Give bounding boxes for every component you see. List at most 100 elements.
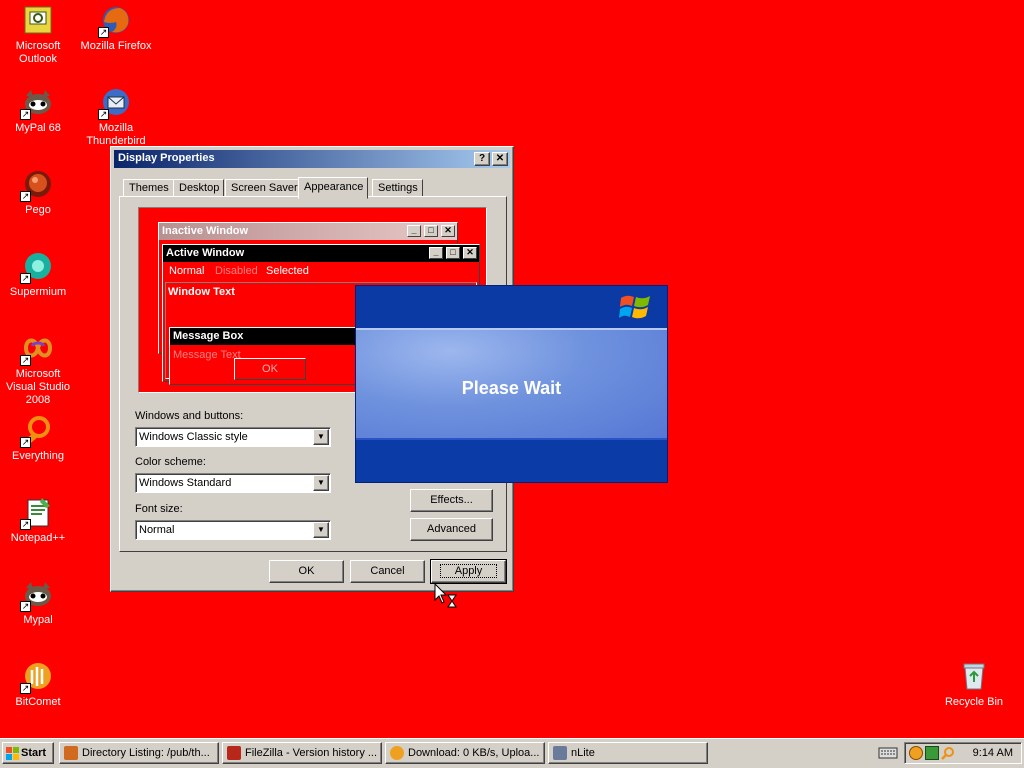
preview-msgbox-ok: OK	[234, 358, 306, 380]
taskbar-item-label: Directory Listing: /pub/th...	[82, 747, 210, 759]
desktop-icon-label: Microsoft Visual Studio 2008	[5, 368, 70, 406]
filezilla-icon	[227, 746, 241, 760]
maximize-icon: □	[424, 225, 438, 237]
apply-button-label: Apply	[439, 564, 498, 578]
shortcut-arrow-icon: ↗	[98, 109, 109, 120]
taskbar-item-nlite[interactable]: nLite	[548, 742, 708, 764]
shortcut-arrow-icon: ↗	[20, 519, 31, 530]
windows-logo-icon	[619, 292, 653, 322]
shortcut-arrow-icon: ↗	[20, 437, 31, 448]
windows-buttons-value: Windows Classic style	[139, 431, 248, 443]
desktop-icon-label: Pego	[25, 204, 51, 216]
bitcomet-icon	[390, 746, 404, 760]
desktop-icon-everything[interactable]: ↗ Everything	[0, 414, 76, 463]
shortcut-arrow-icon: ↗	[20, 601, 31, 612]
thunderbird-icon: ↗	[98, 86, 132, 120]
clock[interactable]: 9:14 AM	[973, 747, 1013, 759]
shortcut-arrow-icon: ↗	[20, 191, 31, 202]
tab-screen-saver[interactable]: Screen Saver	[225, 179, 303, 197]
supermium-icon: ↗	[20, 250, 54, 284]
taskbar: Start Directory Listing: /pub/th... File…	[0, 738, 1024, 768]
desktop-icon-thunderbird[interactable]: ↗ Mozilla Thunderbird	[78, 86, 154, 148]
tab-appearance[interactable]: Appearance	[298, 177, 369, 199]
desktop-icon-firefox[interactable]: ↗ Mozilla Firefox	[78, 4, 154, 53]
font-size-value: Normal	[139, 524, 175, 536]
desktop-icon-bitcomet[interactable]: ↗ BitComet	[0, 660, 76, 709]
mypal-icon: ↗	[20, 86, 54, 120]
desktop-icon-label: Mypal	[23, 614, 53, 626]
font-size-label: Font size:	[135, 503, 183, 515]
preview-active-title: Active Window	[166, 247, 245, 259]
start-button[interactable]: Start	[2, 742, 54, 764]
bitcomet-tray-icon[interactable]	[909, 746, 923, 760]
ok-button[interactable]: OK	[269, 560, 344, 583]
desktop-icon-label: Everything	[12, 450, 64, 462]
windows-buttons-select[interactable]: Windows Classic style ▼	[135, 427, 331, 447]
windows-flag-icon	[6, 747, 20, 760]
effects-button[interactable]: Effects...	[410, 489, 493, 512]
windows-buttons-label: Windows and buttons:	[135, 410, 244, 422]
firefox-icon: ↗	[98, 4, 132, 38]
chevron-down-icon[interactable]: ▼	[313, 429, 329, 445]
shortcut-arrow-icon: ↗	[98, 27, 109, 38]
preview-inactive-titlebar: Inactive Window _ □ ✕	[159, 223, 457, 240]
desktop-icon-label: Mozilla Firefox	[80, 40, 152, 52]
visual-studio-icon: ↗	[20, 332, 54, 366]
bitcomet-icon: ↗	[20, 660, 54, 694]
taskbar-item-label: nLite	[571, 747, 595, 759]
close-icon: ✕	[463, 247, 477, 259]
font-size-select[interactable]: Normal ▼	[135, 520, 331, 540]
desktop-icon-label: Recycle Bin	[944, 696, 1004, 708]
nlite-icon	[553, 746, 567, 760]
desktop-icon-visual-studio[interactable]: ↗ Microsoft Visual Studio 2008	[0, 332, 76, 407]
desktop-icon-mypal[interactable]: ↗ Mypal	[0, 578, 76, 627]
taskbar-item-download[interactable]: Download: 0 KB/s, Uploa...	[385, 742, 545, 764]
chevron-down-icon[interactable]: ▼	[313, 475, 329, 491]
please-wait-header	[356, 286, 667, 328]
preview-active-titlebar: Active Window _ □ ✕	[163, 245, 479, 262]
preview-msgbox-title: Message Box	[173, 330, 244, 342]
preview-msgbox-text: Message Text	[173, 349, 241, 361]
system-tray: 9:14 AM	[904, 742, 1022, 764]
desktop-icon-outlook[interactable]: Microsoft Outlook	[0, 4, 76, 66]
advanced-button[interactable]: Advanced	[410, 518, 493, 541]
desktop-icon-supermium[interactable]: ↗ Supermium	[0, 250, 76, 299]
desktop-icon-label: Mozilla Thunderbird	[86, 122, 146, 147]
tab-settings[interactable]: Settings	[372, 179, 423, 197]
color-scheme-select[interactable]: Windows Standard ▼	[135, 473, 331, 493]
mypal-icon: ↗	[20, 578, 54, 612]
dialog-titlebar[interactable]: Display Properties ? ✕	[114, 150, 510, 168]
desktop-icon-pego[interactable]: ↗ Pego	[0, 168, 76, 217]
recycle-bin-icon	[958, 660, 990, 692]
shortcut-arrow-icon: ↗	[20, 273, 31, 284]
desktop-icon-notepadpp[interactable]: ↗ Notepad++	[0, 496, 76, 545]
please-wait-window: Please Wait	[355, 285, 668, 483]
taskbar-item-label: FileZilla - Version history ...	[245, 747, 378, 759]
taskbar-item-directory-listing[interactable]: Directory Listing: /pub/th...	[59, 742, 219, 764]
desktop-icon-label: Supermium	[9, 286, 67, 298]
help-button[interactable]: ?	[474, 152, 490, 166]
tab-themes[interactable]: Themes	[123, 179, 174, 197]
desktop-icon-mypal68[interactable]: ↗ MyPal 68	[0, 86, 76, 135]
preview-menu-disabled: Disabled	[215, 265, 258, 277]
shortcut-arrow-icon: ↗	[20, 109, 31, 120]
keyboard-icon[interactable]	[878, 746, 898, 760]
apply-button[interactable]: Apply	[430, 559, 507, 584]
close-icon: ✕	[441, 225, 455, 237]
cancel-button[interactable]: Cancel	[350, 560, 425, 583]
close-button[interactable]: ✕	[492, 152, 508, 166]
pego-icon: ↗	[20, 168, 54, 202]
everything-tray-icon[interactable]	[941, 746, 955, 760]
outlook-icon	[22, 4, 54, 36]
desktop-icon-recycle-bin[interactable]: Recycle Bin	[936, 660, 1012, 709]
preview-inactive-title: Inactive Window	[162, 225, 249, 237]
tab-desktop[interactable]: Desktop	[173, 179, 225, 197]
preview-menu-normal: Normal	[169, 265, 205, 277]
taskbar-item-filezilla[interactable]: FileZilla - Version history ...	[222, 742, 382, 764]
please-wait-body: Please Wait	[356, 328, 667, 440]
preview-menu-bar: Normal Disabled Selected	[163, 262, 479, 280]
chevron-down-icon[interactable]: ▼	[313, 522, 329, 538]
preview-msgbox-titlebar: Message Box	[170, 328, 358, 345]
please-wait-message: Please Wait	[461, 378, 562, 398]
network-tray-icon[interactable]	[925, 746, 939, 760]
